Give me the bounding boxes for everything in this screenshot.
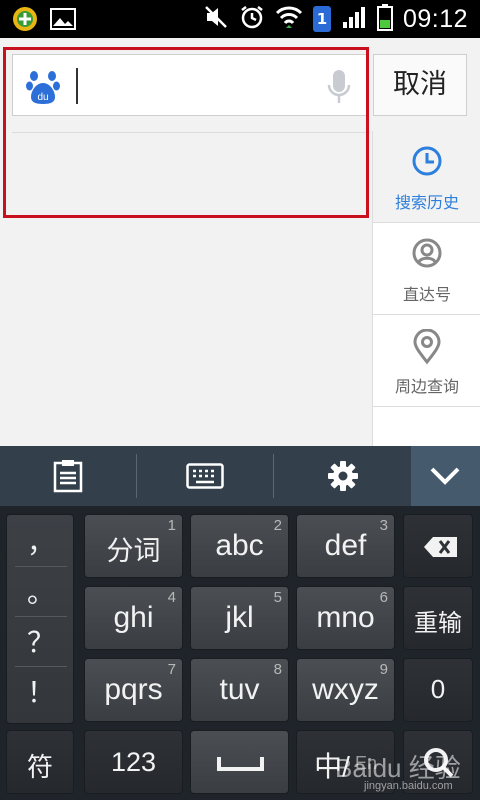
signal-icon <box>341 4 367 34</box>
alarm-icon <box>239 4 265 34</box>
sim-badge-icon: 1 <box>312 6 331 32</box>
mute-icon <box>203 4 229 34</box>
search-page: du 取消 搜索历史 直达号 周边查询 <box>0 38 480 446</box>
key-number: 6 <box>379 589 388 606</box>
key-1[interactable]: 分词 1 <box>84 514 183 578</box>
keyboard: ， 。 ？ ！ 分词 1 abc 2 def 3 ghi 4 jkl 5 mno… <box>0 446 480 800</box>
clipboard-icon <box>53 460 83 493</box>
key-number: 2 <box>273 517 282 534</box>
keyboard-settings-button[interactable] <box>274 446 411 506</box>
numbers-button[interactable]: 123 <box>84 730 183 794</box>
punctuation-divider <box>15 666 67 667</box>
punctuation-key[interactable]: ， <box>7 521 75 561</box>
key-6[interactable]: mno 6 <box>296 586 395 650</box>
key-5[interactable]: jkl 5 <box>190 586 289 650</box>
key-3[interactable]: def 3 <box>296 514 395 578</box>
key-label: 123 <box>110 747 157 777</box>
tab-label: 周边查询 <box>394 377 459 396</box>
key-number: 3 <box>379 517 388 534</box>
clipboard-button[interactable] <box>0 446 136 506</box>
symbol-button[interactable]: 符 <box>6 730 74 794</box>
backspace-button[interactable] <box>403 514 473 578</box>
key-7[interactable]: pqrs 7 <box>84 658 183 722</box>
key-label: 0 <box>430 674 446 704</box>
backspace-icon <box>424 537 457 557</box>
keyboard-toolbar <box>0 446 480 506</box>
watermark-url: jingyan.baidu.com <box>364 780 453 792</box>
space-icon <box>217 757 264 771</box>
status-bar: 1 09:12 <box>0 0 480 38</box>
key-number: 7 <box>167 661 176 678</box>
settings-icon <box>327 461 358 491</box>
image-icon <box>50 7 76 35</box>
tab-direct[interactable]: 直达号 <box>373 223 480 315</box>
key-4[interactable]: ghi 4 <box>84 586 183 650</box>
punctuation-column: ， 。 ？ ！ <box>6 514 74 724</box>
key-label: abc <box>215 529 264 562</box>
clock-icon <box>412 146 442 176</box>
keyboard-icon <box>186 463 224 489</box>
punctuation-key[interactable]: ？ <box>7 621 75 661</box>
key-label: pqrs <box>104 673 163 706</box>
wifi-icon <box>275 4 303 34</box>
tab-search-history[interactable]: 搜索历史 <box>373 131 480 223</box>
collapse-icon <box>430 467 460 485</box>
key-number: 8 <box>273 661 282 678</box>
key-label: mno <box>316 601 375 634</box>
key-label: def <box>324 529 367 562</box>
key-number: 4 <box>167 589 176 606</box>
punctuation-divider <box>15 566 67 567</box>
key-label: tuv <box>219 673 260 706</box>
key-8[interactable]: tuv 8 <box>190 658 289 722</box>
punctuation-divider <box>15 616 67 617</box>
location-pin-icon <box>413 329 441 365</box>
direct-icon <box>412 238 442 268</box>
app-notification-icon <box>12 6 38 36</box>
key-label: wxyz <box>312 673 379 706</box>
collapse-keyboard-button[interactable] <box>411 446 480 506</box>
side-tabs: 搜索历史 直达号 周边查询 <box>372 131 480 446</box>
retype-button[interactable]: 重输 <box>403 586 473 650</box>
key-label: ghi <box>113 601 154 634</box>
key-2[interactable]: abc 2 <box>190 514 289 578</box>
clock-time: 09:12 <box>402 4 468 33</box>
tab-nearby[interactable]: 周边查询 <box>373 315 480 407</box>
key-number: 5 <box>273 589 282 606</box>
key-number: 9 <box>379 661 388 678</box>
key-label: 重输 <box>414 610 462 637</box>
key-label: 符 <box>26 752 53 782</box>
highlight-frame <box>3 47 369 218</box>
key-9[interactable]: wxyz 9 <box>296 658 395 722</box>
key-label: jkl <box>225 601 254 634</box>
key-label: 分词 <box>106 536 161 566</box>
punctuation-key[interactable]: ！ <box>7 671 75 711</box>
space-button[interactable] <box>190 730 289 794</box>
cancel-button[interactable]: 取消 <box>373 54 467 116</box>
tab-label: 直达号 <box>402 285 451 304</box>
keyboard-switch-button[interactable] <box>137 446 273 506</box>
punctuation-key[interactable]: 。 <box>7 571 75 611</box>
tab-label: 搜索历史 <box>394 193 459 212</box>
key-number: 1 <box>167 517 176 534</box>
key-0[interactable]: 0 <box>403 658 473 722</box>
battery-icon <box>376 3 393 35</box>
